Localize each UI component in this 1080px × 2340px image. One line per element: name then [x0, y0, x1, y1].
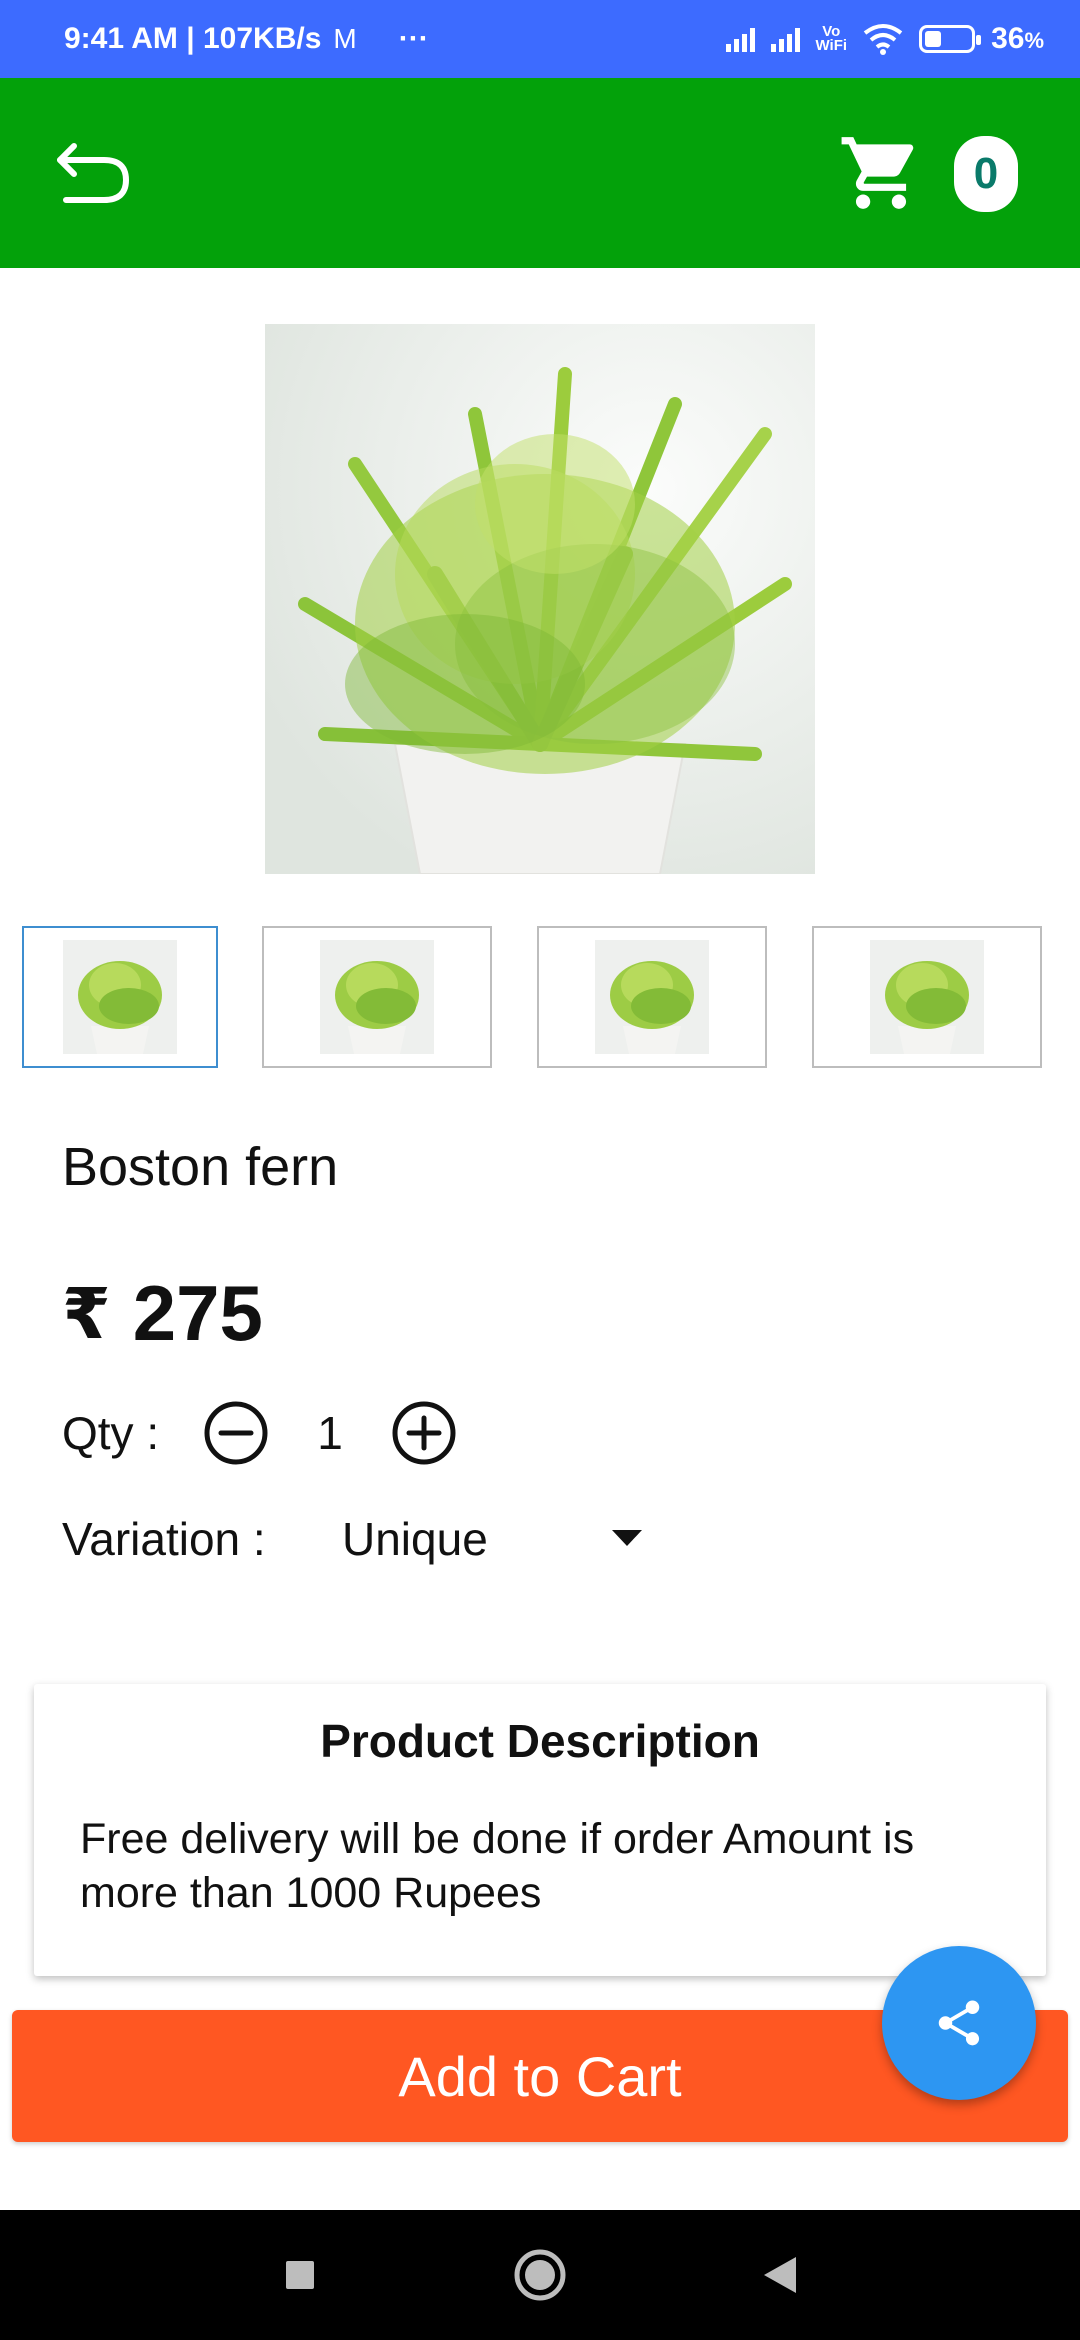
quantity-row: Qty : 1 [62, 1398, 458, 1468]
product-description-card: Product Description Free delivery will b… [34, 1684, 1046, 1976]
currency-symbol: ₹ [62, 1274, 111, 1353]
fern-thumb-image [63, 940, 177, 1054]
price-value: 275 [132, 1269, 263, 1357]
battery-fill [925, 31, 942, 47]
qty-value: 1 [317, 1407, 343, 1459]
app-bar: 0 [0, 78, 1080, 268]
system-nav-bar [0, 2210, 1080, 2340]
signal-icon [725, 26, 755, 52]
fern-plant-image [265, 324, 815, 874]
more-notifications-icon: ··· [398, 22, 429, 55]
status-bar: 9:41 AM | 107KB/s M ··· Vo WiFi 36% [0, 0, 1080, 78]
back-button[interactable] [44, 128, 144, 218]
share-icon [938, 2000, 980, 2046]
square-icon [286, 2261, 314, 2289]
cart-count-badge: 0 [954, 136, 1018, 212]
home-button[interactable] [510, 2245, 570, 2305]
vowifi-bottom: WiFi [815, 37, 848, 54]
share-button[interactable] [882, 1946, 1036, 2100]
mail-icon: M [333, 23, 357, 54]
status-left: 9:41 AM | 107KB/s M ··· [64, 22, 429, 56]
thumbnail-image [870, 940, 984, 1054]
recents-button[interactable] [270, 2245, 330, 2305]
thumbnail-image [595, 940, 709, 1054]
wifi-icon [863, 24, 903, 55]
fern-thumb-image [320, 940, 434, 1054]
triangle-back-icon [764, 2257, 796, 2293]
battery-percent: 36% [991, 22, 1044, 56]
signal-icon-2 [770, 26, 800, 52]
cart-icon [841, 137, 914, 209]
battery-icon [919, 25, 982, 53]
battery-unit: % [1024, 28, 1044, 53]
thumbnail-3[interactable] [537, 926, 767, 1068]
vowifi-icon: Vo WiFi [815, 24, 848, 54]
thumbnail-1[interactable] [22, 926, 218, 1068]
circle-icon [514, 2249, 566, 2301]
product-name: Boston fern [62, 1137, 339, 1197]
back-arrow-icon [57, 143, 130, 203]
fern-thumb-image [870, 940, 984, 1054]
thumbnail-2[interactable] [262, 926, 492, 1068]
description-title: Product Description [320, 1715, 760, 1767]
thumbnail-4[interactable] [812, 926, 1042, 1068]
increase-qty-button[interactable] [390, 1399, 458, 1467]
nav-back-button[interactable] [750, 2245, 810, 2305]
minus-circle-icon [204, 1401, 268, 1465]
qty-label: Qty : [62, 1407, 160, 1459]
product-price: ₹ 275 [62, 1268, 263, 1359]
thumbnail-image [63, 940, 177, 1054]
variation-value: Unique [342, 1513, 488, 1565]
status-time: 9:41 AM | 107KB/s [64, 22, 322, 55]
fern-thumb-image [595, 940, 709, 1054]
variation-row: Variation : Unique [62, 1504, 642, 1574]
thumbnail-image [320, 940, 434, 1054]
plus-circle-icon [392, 1401, 456, 1465]
variation-label: Variation : [62, 1513, 266, 1565]
variation-dropdown[interactable]: Unique [342, 1512, 642, 1566]
decrease-qty-button[interactable] [202, 1399, 270, 1467]
description-text: Free delivery will be done if order Amou… [80, 1815, 915, 1917]
battery-value: 36 [991, 22, 1025, 55]
product-main-image[interactable] [265, 324, 815, 874]
dropdown-arrow-icon [612, 1530, 642, 1546]
cart-button[interactable] [836, 130, 926, 216]
status-right: Vo WiFi 36% [725, 22, 1044, 56]
